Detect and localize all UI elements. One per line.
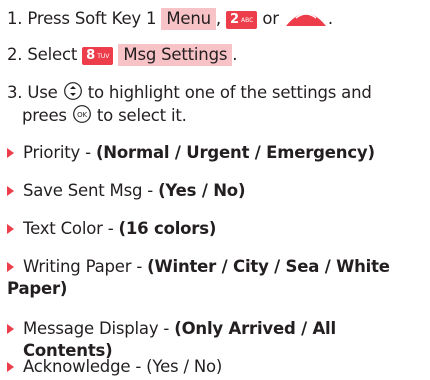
or-text: or xyxy=(262,9,279,28)
option-values-cont: Paper) xyxy=(7,279,68,298)
key-2-letters: ABC xyxy=(241,17,254,24)
bullet-icon xyxy=(7,324,14,334)
option-acknowledge: Acknowledge - (Yes / No) xyxy=(7,356,222,378)
key-8-letters: TUV xyxy=(97,53,110,60)
step-3: 3. Use to highlight one of the settings … xyxy=(7,81,372,104)
period: . xyxy=(232,45,238,64)
option-text-color: Text Color - (16 colors) xyxy=(7,218,216,240)
step-1-text: 1. Press Soft Key 1 xyxy=(7,9,157,28)
key-8-digit: 8 xyxy=(86,48,96,63)
bullet-icon xyxy=(7,224,14,234)
step-3-line-2: prees OK to select it. xyxy=(22,104,187,127)
menu-button-icon xyxy=(285,13,326,26)
step-1: 1. Press Soft Key 1 Menu, 2 ABC or . xyxy=(7,7,333,30)
step-2-text: 2. Select xyxy=(7,45,78,64)
option-writing-paper: Writing Paper - (Winter / City / Sea / W… xyxy=(7,256,390,300)
option-name: Text Color - xyxy=(23,219,119,238)
key-2-digit: 2 xyxy=(229,12,240,27)
navigation-key-icon xyxy=(63,82,82,100)
ok-key-icon: OK xyxy=(72,105,91,123)
period: . xyxy=(327,9,333,28)
option-values: (Yes / No) xyxy=(158,181,246,200)
option-values: (Winter / City / Sea / White xyxy=(147,257,390,276)
msg-settings-label: Msg Settings xyxy=(118,44,233,66)
option-name: Message Display - xyxy=(23,319,175,338)
step-2: 2. Select 8 TUV Msg Settings. xyxy=(7,44,237,66)
option-name: Save Sent Msg - xyxy=(23,181,159,200)
bullet-icon xyxy=(7,362,14,372)
option-save-sent: Save Sent Msg - (Yes / No) xyxy=(7,180,245,202)
key-2-icon: 2 ABC xyxy=(225,11,258,29)
bullet-icon xyxy=(7,186,14,196)
bullet-icon xyxy=(7,148,14,158)
key-8-icon: 8 TUV xyxy=(82,47,114,65)
step-3-select-text: to select it. xyxy=(96,106,187,125)
menu-label: Menu xyxy=(161,8,216,30)
step-3-text-cont: to highlight one of the settings and xyxy=(87,83,372,102)
option-priority: Priority - (Normal / Urgent / Emergency) xyxy=(7,142,375,164)
comma: , xyxy=(215,9,221,28)
step-3-prees: prees xyxy=(22,106,67,125)
option-name: Priority - xyxy=(23,143,96,162)
option-values: (Normal / Urgent / Emergency) xyxy=(95,143,375,162)
option-name: Writing Paper - xyxy=(23,257,148,276)
bullet-icon xyxy=(7,262,14,272)
step-3-text: 3. Use xyxy=(7,83,58,102)
option-values: (16 colors) xyxy=(118,219,217,238)
option-name: Acknowledge - (Yes / No) xyxy=(23,357,223,376)
svg-text:OK: OK xyxy=(77,111,87,119)
manual-page: 1. Press Soft Key 1 Menu, 2 ABC or . 2. S… xyxy=(0,0,430,380)
